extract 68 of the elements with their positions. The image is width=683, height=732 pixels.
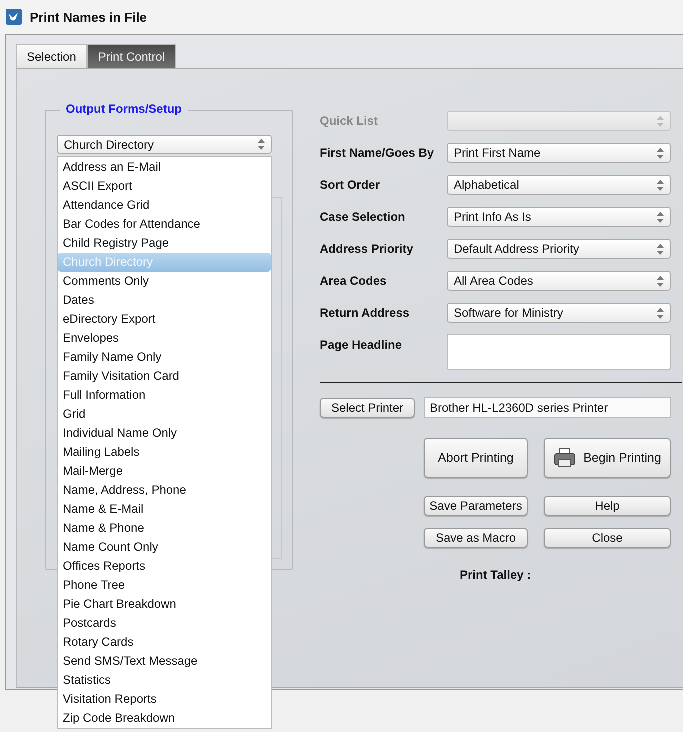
spinner-arrows-icon bbox=[657, 244, 664, 254]
action-button[interactable]: Help bbox=[544, 496, 671, 516]
field-label: Page Headline bbox=[320, 337, 404, 352]
select-field[interactable]: Alphabetical bbox=[447, 175, 671, 195]
field-label: Quick List bbox=[320, 114, 380, 128]
spinner-arrows-icon bbox=[657, 308, 664, 318]
tab[interactable]: Selection bbox=[16, 44, 88, 68]
spinner-arrows-icon bbox=[657, 148, 664, 158]
action-button[interactable]: Save as Macro bbox=[424, 528, 528, 548]
dropdown-option[interactable]: Rotary Cards bbox=[58, 633, 271, 652]
dropdown-option[interactable]: Name & E-Mail bbox=[58, 500, 271, 519]
printer-icon bbox=[554, 448, 576, 468]
dropdown-option[interactable]: Postcards bbox=[58, 614, 271, 633]
select-printer-button[interactable]: Select Printer bbox=[320, 398, 415, 418]
spinner-arrows-icon bbox=[657, 276, 664, 286]
dropdown-option[interactable]: Dates bbox=[58, 291, 271, 310]
dropdown-option[interactable]: Offices Reports bbox=[58, 557, 271, 576]
dropdown-option[interactable]: Bar Codes for Attendance bbox=[58, 215, 271, 234]
dropdown-option[interactable]: Phone Tree bbox=[58, 576, 271, 595]
headline-field[interactable] bbox=[447, 334, 671, 370]
dropdown-option[interactable]: Name & Phone bbox=[58, 519, 271, 538]
spinner-arrows-icon bbox=[657, 116, 664, 126]
printer-field[interactable]: Brother HL-L2360D series Printer bbox=[424, 397, 671, 418]
dropdown-option[interactable]: Comments Only bbox=[58, 272, 271, 291]
tab[interactable]: Print Control bbox=[87, 44, 176, 68]
dropdown-option[interactable]: Family Visitation Card bbox=[58, 367, 271, 386]
select-field[interactable]: Print First Name bbox=[447, 143, 671, 163]
dropdown-option[interactable]: Name, Address, Phone bbox=[58, 481, 271, 500]
dropdown-option[interactable]: Envelopes bbox=[58, 329, 271, 348]
spinner-arrows-icon bbox=[657, 180, 664, 190]
select-field[interactable]: Software for Ministry bbox=[447, 303, 671, 323]
dropdown-option[interactable]: Attendance Grid bbox=[58, 196, 271, 215]
print-button[interactable]: Begin Printing bbox=[544, 438, 671, 478]
dropdown-option[interactable]: Family Name Only bbox=[58, 348, 271, 367]
spinner-arrows-icon bbox=[258, 139, 265, 150]
dropdown-option[interactable]: Individual Name Only bbox=[58, 424, 271, 443]
dropdown-option[interactable]: ASCII Export bbox=[58, 177, 271, 196]
dropdown-option[interactable]: Statistics bbox=[58, 671, 271, 690]
select-field[interactable]: All Area Codes bbox=[447, 271, 671, 291]
output-form-select[interactable]: Church Directory bbox=[57, 135, 272, 154]
select-field[interactable]: Print Info As Is bbox=[447, 207, 671, 227]
dropdown-option[interactable]: Zip Code Breakdown bbox=[58, 709, 271, 728]
select-field[interactable]: Default Address Priority bbox=[447, 239, 671, 259]
action-button[interactable]: Save Parameters bbox=[424, 496, 528, 516]
field-label: Area Codes bbox=[320, 274, 388, 288]
dropdown-option[interactable]: Full Information bbox=[58, 386, 271, 405]
field-label: Address Priority bbox=[320, 242, 414, 256]
window-title: Print Names in File bbox=[30, 10, 148, 24]
dropdown-option[interactable]: Address an E-Mail bbox=[58, 158, 271, 177]
select-field[interactable] bbox=[447, 111, 671, 131]
action-button[interactable]: Close bbox=[544, 528, 671, 548]
print-button[interactable]: Abort Printing bbox=[424, 438, 528, 478]
field-label: First Name/Goes By bbox=[320, 146, 436, 160]
dropdown-option[interactable]: Visitation Reports bbox=[58, 690, 271, 709]
field-label: Return Address bbox=[320, 306, 411, 320]
dropdown-option[interactable]: eDirectory Export bbox=[58, 310, 271, 329]
spinner-arrows-icon bbox=[657, 212, 664, 222]
dropdown-option[interactable]: Child Registry Page bbox=[58, 234, 271, 253]
dropdown-option[interactable]: Grid bbox=[58, 405, 271, 424]
dropdown-option[interactable]: Name Count Only bbox=[58, 538, 271, 557]
dropdown-option[interactable]: Send SMS/Text Message bbox=[58, 652, 271, 671]
print-talley-label: Print Talley : bbox=[460, 568, 532, 582]
field-label: Case Selection bbox=[320, 210, 406, 224]
dropdown-option[interactable]: Pie Chart Breakdown bbox=[58, 595, 271, 614]
dropdown-option[interactable]: Mail-Merge bbox=[58, 462, 271, 481]
field-label: Sort Order bbox=[320, 178, 382, 192]
group-title: Output Forms/Setup bbox=[60, 102, 188, 116]
dropdown-option[interactable]: Mailing Labels bbox=[58, 443, 271, 462]
